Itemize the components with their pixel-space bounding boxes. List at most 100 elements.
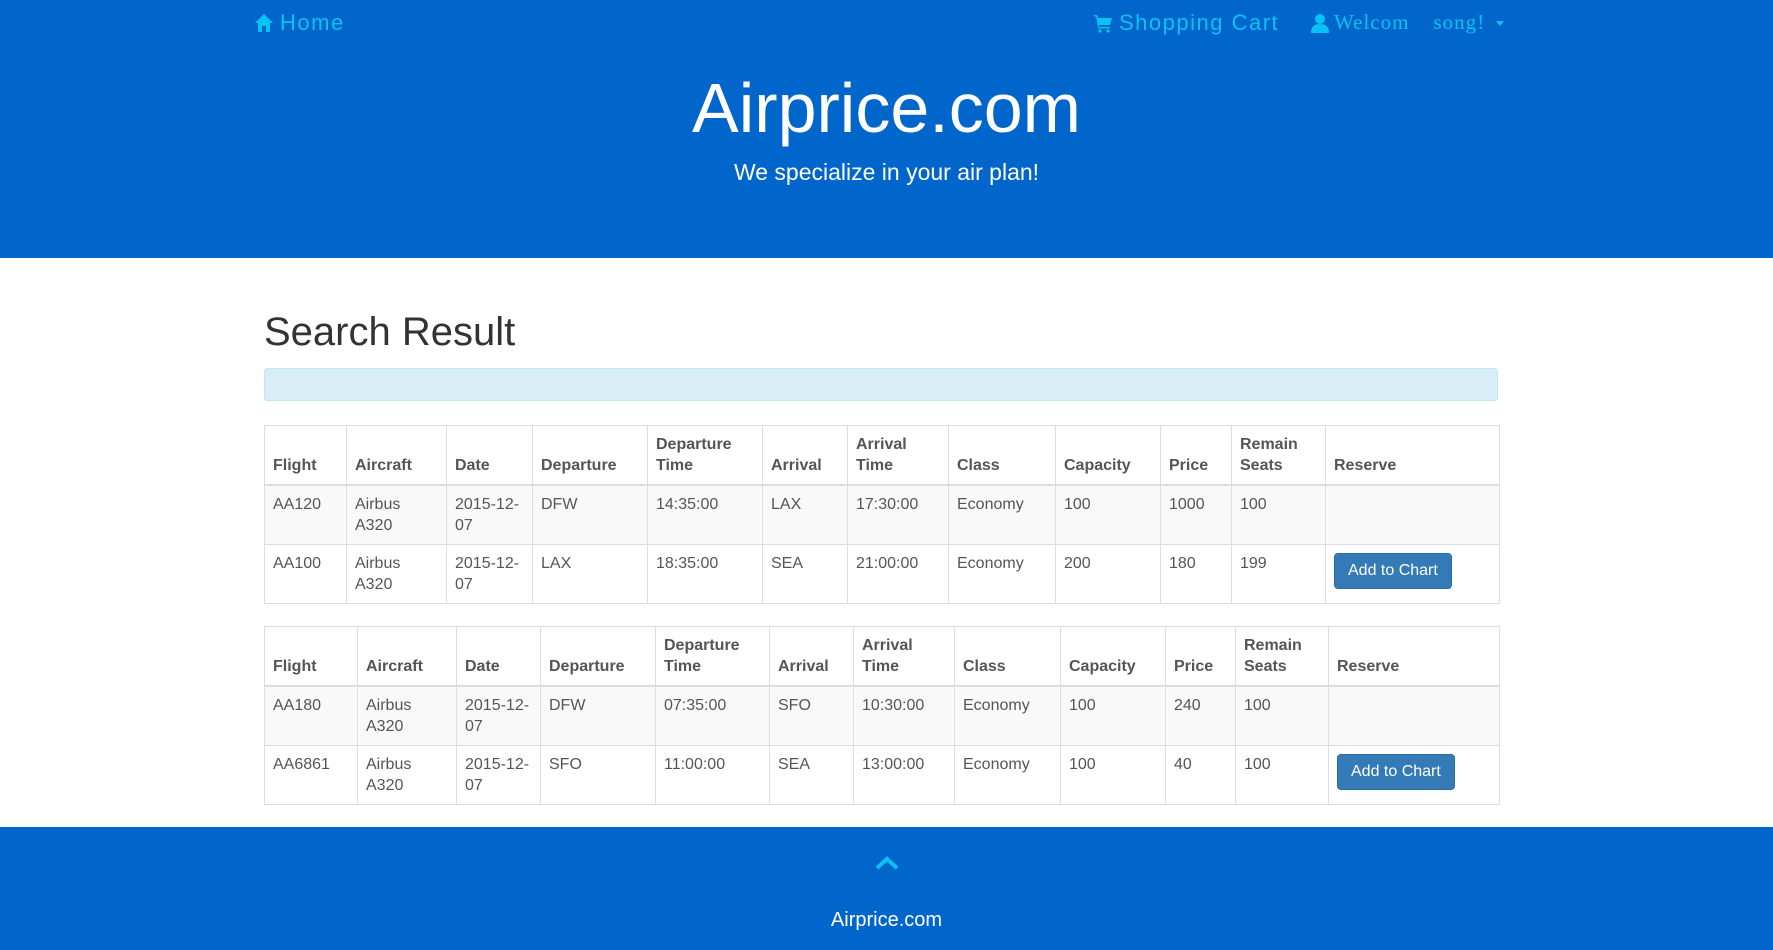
cell-flight: AA120 xyxy=(264,484,347,545)
add-to-chart-button[interactable]: Add to Chart xyxy=(1337,754,1455,790)
col-header-class: Class xyxy=(954,626,1061,687)
col-header-reserve: Reserve xyxy=(1325,425,1500,486)
cell-date: 2015-12-07 xyxy=(446,544,533,604)
home-icon xyxy=(255,14,273,32)
add-to-chart-button[interactable]: Add to Chart xyxy=(1334,553,1452,589)
cell-departure: LAX xyxy=(532,544,648,604)
col-header-date: Date xyxy=(446,425,533,486)
cell-flight: AA180 xyxy=(264,685,358,746)
cell-class: Economy xyxy=(948,484,1056,545)
caret-down-icon xyxy=(1496,21,1505,26)
col-header-flight: Flight xyxy=(264,425,347,486)
col-header-arrival-time: Arrival Time xyxy=(853,626,955,687)
table-row: AA180 Airbus A320 2015-12-07 DFW 07:35:00 SFO… xyxy=(264,685,1500,746)
cell-arrival: LAX xyxy=(762,484,848,545)
cell-reserve: Add to Chart xyxy=(1328,745,1500,805)
site-title: Airprice.com xyxy=(692,69,1081,147)
flight-results-table: Flight Aircraft Date Departure Departure… xyxy=(264,626,1500,805)
table-row: AA6861 Airbus A320 2015-12-07 SFO 11:00:00 SE… xyxy=(264,745,1500,805)
cell-departure-time: 07:35:00 xyxy=(655,685,770,746)
cell-arrival-time: 13:00:00 xyxy=(853,745,955,805)
page-title: Search Result xyxy=(264,310,516,354)
info-alert-bar xyxy=(264,368,1498,401)
cell-arrival-time: 10:30:00 xyxy=(853,685,955,746)
site-header: Home Shopping Cart Welcom song! Airprice… xyxy=(0,0,1773,258)
table-body: AA120 Airbus A320 2015-12-07 DFW 14:35:00 LAX… xyxy=(264,484,1500,604)
cell-reserve xyxy=(1325,484,1500,545)
nav-home-label: Home xyxy=(280,10,345,35)
cell-arrival: SFO xyxy=(769,685,854,746)
cell-remain-seats: 100 xyxy=(1235,745,1329,805)
welcome-label: Welcom xyxy=(1334,10,1410,34)
cell-flight: AA100 xyxy=(264,544,347,604)
cell-arrival-time: 17:30:00 xyxy=(847,484,949,545)
col-header-departure: Departure xyxy=(540,626,656,687)
username-label: song! xyxy=(1433,10,1486,34)
cell-aircraft: Airbus A320 xyxy=(346,544,447,604)
chevron-up-icon[interactable] xyxy=(875,855,899,871)
site-subtitle: We specialize in your air plan! xyxy=(733,159,1040,185)
cell-date: 2015-12-07 xyxy=(456,745,541,805)
col-header-reserve: Reserve xyxy=(1328,626,1500,687)
col-header-arrival: Arrival xyxy=(762,425,848,486)
cell-departure: SFO xyxy=(540,745,656,805)
cell-capacity: 100 xyxy=(1060,745,1166,805)
col-header-aircraft: Aircraft xyxy=(346,425,447,486)
cell-aircraft: Airbus A320 xyxy=(346,484,447,545)
cell-price: 40 xyxy=(1165,745,1236,805)
col-header-arrival: Arrival xyxy=(769,626,854,687)
cell-arrival: SEA xyxy=(762,544,848,604)
shopping-cart-icon xyxy=(1094,15,1112,33)
col-header-flight: Flight xyxy=(264,626,358,687)
cell-remain-seats: 100 xyxy=(1235,685,1329,746)
site-footer: Airprice.com xyxy=(0,827,1773,950)
cell-reserve xyxy=(1328,685,1500,746)
col-header-remain-seats: Remain Seats xyxy=(1231,425,1326,486)
cell-aircraft: Airbus A320 xyxy=(357,745,457,805)
cell-capacity: 100 xyxy=(1055,484,1161,545)
col-header-remain-seats: Remain Seats xyxy=(1235,626,1329,687)
cell-remain-seats: 199 xyxy=(1231,544,1326,604)
cell-price: 1000 xyxy=(1160,484,1232,545)
footer-brand: Airprice.com xyxy=(830,909,943,931)
cell-departure-time: 18:35:00 xyxy=(647,544,763,604)
nav-home-link[interactable]: Home xyxy=(254,10,345,36)
col-header-departure-time: Departure Time xyxy=(655,626,770,687)
col-header-capacity: Capacity xyxy=(1055,425,1161,486)
table-body: AA180 Airbus A320 2015-12-07 DFW 07:35:00 SFO… xyxy=(264,685,1500,805)
col-header-capacity: Capacity xyxy=(1060,626,1166,687)
flight-results-table: Flight Aircraft Date Departure Departure… xyxy=(264,425,1500,604)
cell-arrival-time: 21:00:00 xyxy=(847,544,949,604)
col-header-arrival-time: Arrival Time xyxy=(847,425,949,486)
cell-reserve: Add to Chart xyxy=(1325,544,1500,604)
cell-aircraft: Airbus A320 xyxy=(357,685,457,746)
col-header-price: Price xyxy=(1165,626,1236,687)
col-header-departure: Departure xyxy=(532,425,648,486)
cell-departure-time: 14:35:00 xyxy=(647,484,763,545)
cell-class: Economy xyxy=(954,685,1061,746)
table-row: AA100 Airbus A320 2015-12-07 LAX 18:35:00 SEA… xyxy=(264,544,1500,604)
cell-departure: DFW xyxy=(532,484,648,545)
cell-price: 240 xyxy=(1165,685,1236,746)
col-header-class: Class xyxy=(948,425,1056,486)
cell-departure-time: 11:00:00 xyxy=(655,745,770,805)
col-header-departure-time: Departure Time xyxy=(647,425,763,486)
cell-class: Economy xyxy=(948,544,1056,604)
table-header-row: Flight Aircraft Date Departure Departure… xyxy=(264,626,1500,687)
cell-remain-seats: 100 xyxy=(1231,484,1326,545)
user-menu-dropdown[interactable]: Welcom song! xyxy=(1310,10,1505,35)
table-header-row: Flight Aircraft Date Departure Departure… xyxy=(264,425,1500,486)
cell-class: Economy xyxy=(954,745,1061,805)
col-header-date: Date xyxy=(456,626,541,687)
cell-arrival: SEA xyxy=(769,745,854,805)
nav-cart-label: Shopping Cart xyxy=(1119,10,1280,35)
cell-capacity: 200 xyxy=(1055,544,1161,604)
cell-price: 180 xyxy=(1160,544,1232,604)
cell-flight: AA6861 xyxy=(264,745,358,805)
cell-date: 2015-12-07 xyxy=(456,685,541,746)
user-icon xyxy=(1311,13,1329,33)
col-header-price: Price xyxy=(1160,425,1232,486)
cell-departure: DFW xyxy=(540,685,656,746)
nav-shopping-cart-link[interactable]: Shopping Cart xyxy=(1093,10,1279,36)
col-header-aircraft: Aircraft xyxy=(357,626,457,687)
